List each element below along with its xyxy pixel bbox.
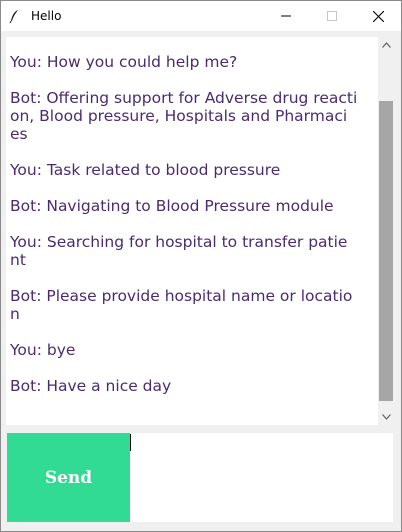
chat-line: Bot: Please provide hospital name or loc… (10, 287, 353, 305)
maximize-icon (327, 11, 337, 21)
chevron-down-icon (381, 414, 391, 420)
title-bar[interactable]: Hello (1, 1, 401, 31)
chevron-up-icon (381, 42, 391, 48)
chat-line: You: Task related to blood pressure (10, 161, 281, 179)
feather-icon (7, 8, 23, 24)
chat-line: nt (10, 251, 26, 269)
chat-log[interactable]: You: How you could help me? Bot: Offering… (6, 37, 378, 425)
scroll-up-button[interactable] (378, 37, 394, 53)
minimize-icon (281, 15, 291, 17)
scroll-thumb[interactable] (379, 101, 393, 401)
chat-line: You: bye (10, 341, 76, 359)
minimize-button[interactable] (263, 1, 309, 31)
close-icon (372, 10, 384, 22)
chat-line: Bot: Navigating to Blood Pressure module (10, 197, 334, 215)
chat-scrollbar[interactable] (378, 37, 394, 425)
text-cursor (130, 434, 131, 451)
chat-line: es (10, 125, 28, 143)
maximize-button[interactable] (309, 1, 355, 31)
app-window: Hello You: How you could help me? Bot: Of… (0, 0, 402, 532)
chat-line: on, Blood pressure, Hospitals and Pharma… (10, 107, 348, 125)
send-button[interactable]: Send (7, 433, 130, 522)
chat-line: n (10, 305, 20, 323)
scroll-down-button[interactable] (378, 409, 394, 425)
window-title: Hello (31, 9, 62, 23)
chat-line: You: Searching for hospital to transfer … (10, 233, 348, 251)
close-button[interactable] (355, 1, 401, 31)
chat-line: Bot: Have a nice day (10, 377, 172, 395)
chat-line: You: How you could help me? (10, 53, 238, 71)
message-input[interactable] (130, 433, 393, 522)
chat-line: Bot: Offering support for Adverse drug r… (10, 89, 358, 107)
